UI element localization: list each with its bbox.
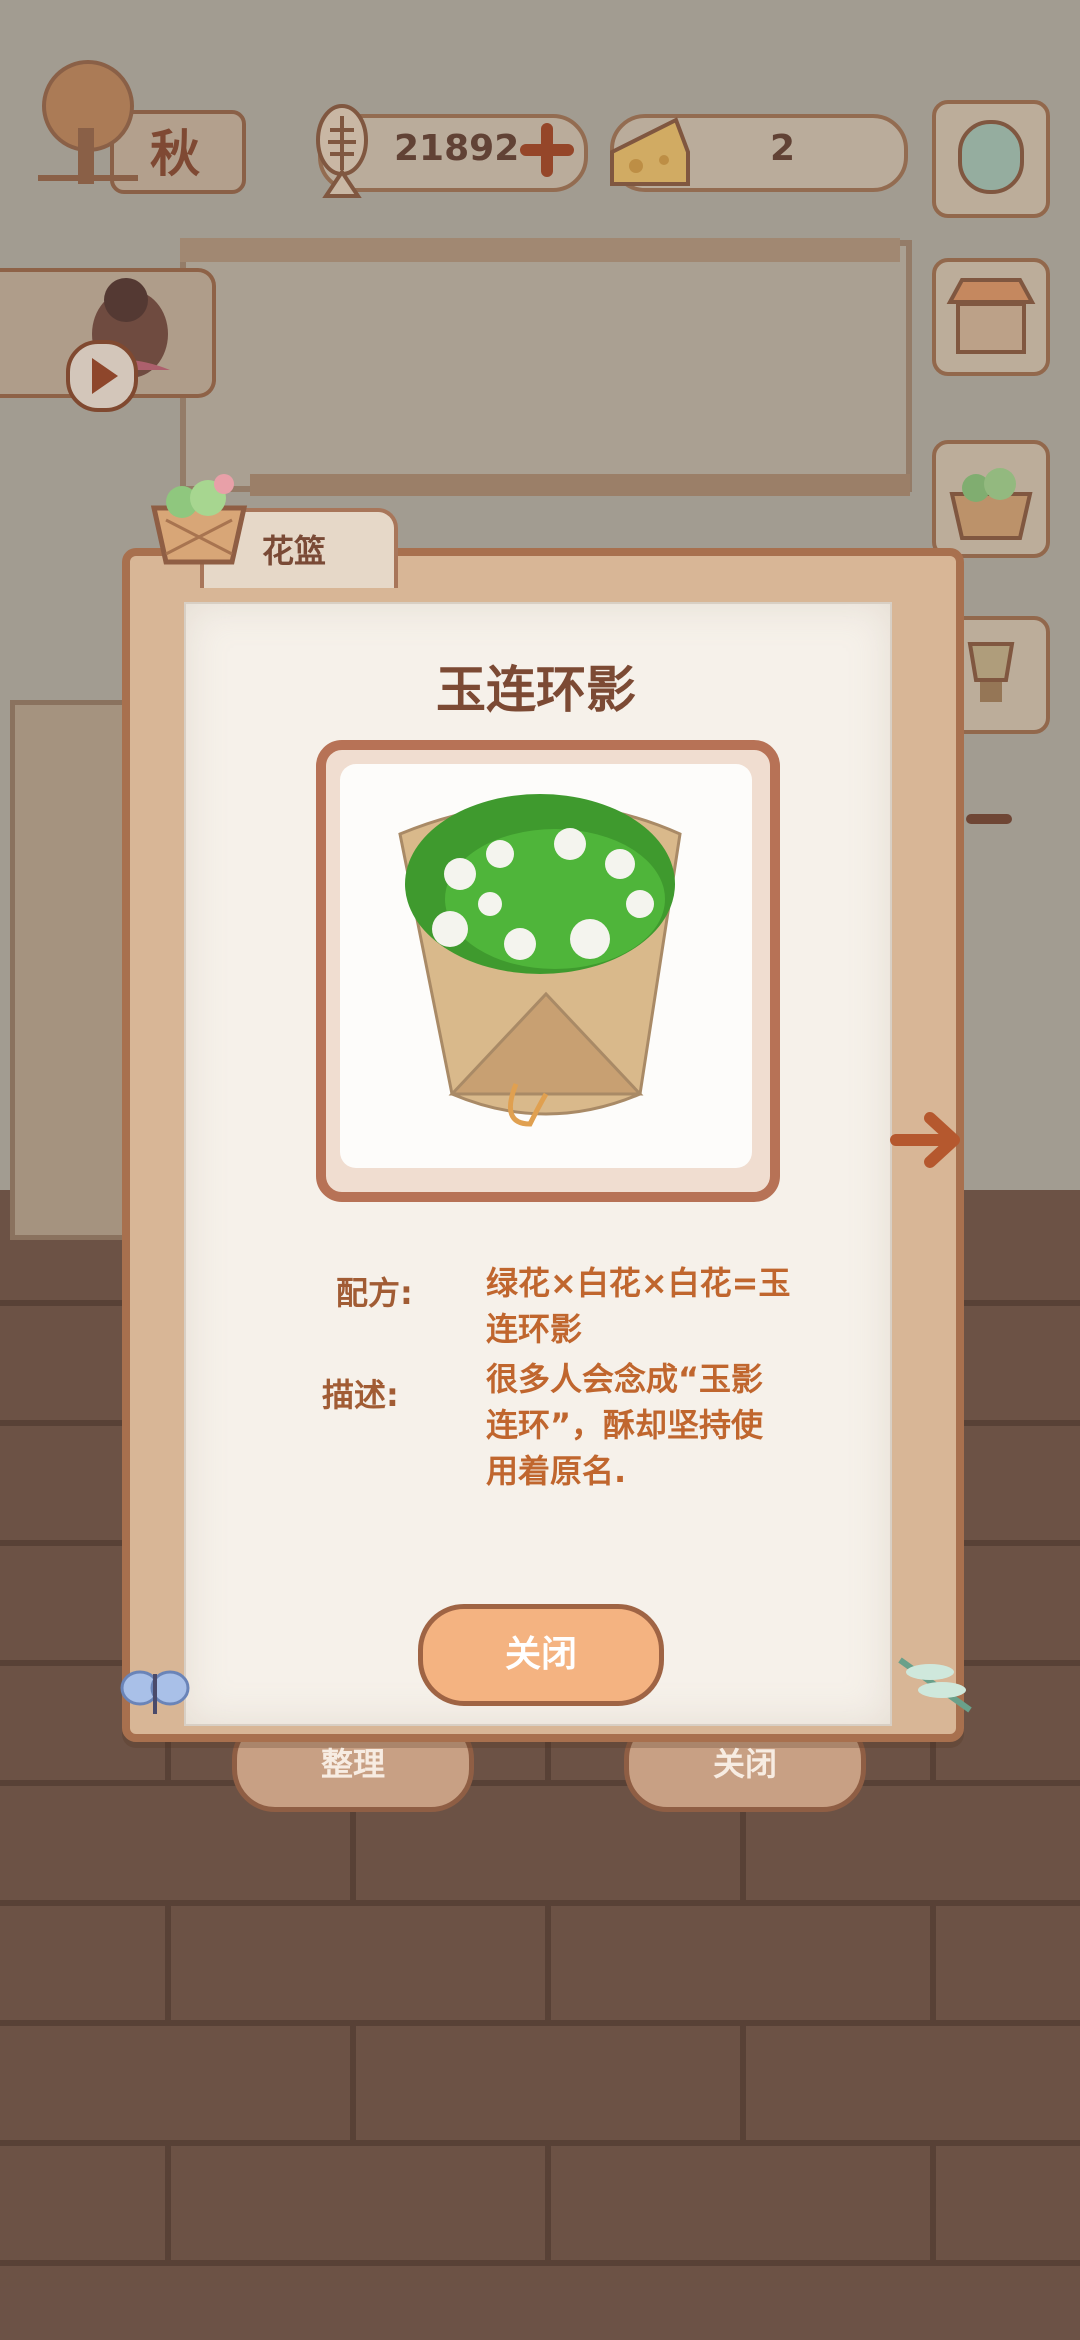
recipe-value: 绿花×白花×白花=玉连环影 (486, 1264, 791, 1348)
item-image (340, 764, 752, 1168)
next-arrow-icon[interactable] (890, 1100, 970, 1180)
bouquet-icon (398, 794, 682, 1127)
tab-label: 花篮 (262, 532, 327, 570)
item-title: 玉连环影 (436, 661, 636, 719)
flower-basket-icon (150, 474, 248, 565)
modal-close-button[interactable]: 关闭 (418, 1604, 664, 1706)
butterfly-icon (120, 1670, 190, 1714)
description-value: 很多人会念成“玉影连环”，酥却坚持使用着原名. (486, 1360, 764, 1490)
recipe-label: 配方: (336, 1274, 413, 1312)
dragonfly-icon (898, 1657, 972, 1713)
description-label: 描述: (322, 1376, 399, 1414)
